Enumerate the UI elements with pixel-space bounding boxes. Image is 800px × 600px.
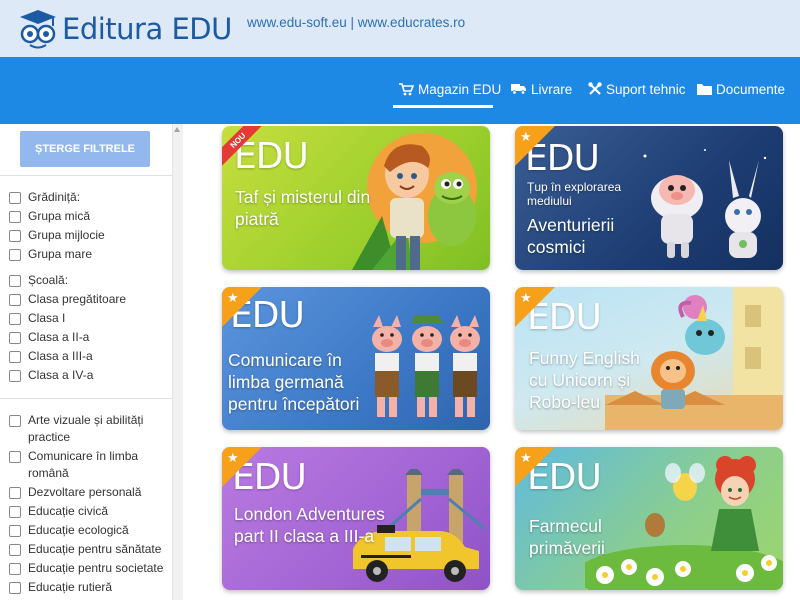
star-icon: ★	[227, 450, 239, 465]
product-title: London Adventures part II clasa a III-a	[234, 504, 385, 546]
filter-checkbox[interactable]: Clasa a IV-a	[9, 367, 168, 384]
nav-label: Magazin EDU	[418, 81, 502, 97]
nav-item-livrare[interactable]: Livrare	[511, 79, 572, 99]
scroll-up-icon[interactable]	[174, 127, 180, 132]
filter-checkbox[interactable]: Clasa a II-a	[9, 329, 168, 346]
checkbox-box[interactable]	[9, 192, 21, 204]
filter-checkbox[interactable]: Grupa mijlocie	[9, 227, 168, 244]
nav-item-magazin[interactable]: Magazin EDU	[399, 79, 501, 99]
filter-label: Clasa a III-a	[28, 349, 93, 363]
divider	[0, 175, 172, 176]
filter-label: Grupa mare	[28, 247, 93, 261]
nav-label: Livrare	[531, 81, 573, 97]
filter-checkbox[interactable]: Grădiniță:	[9, 189, 168, 206]
checkbox-box[interactable]	[9, 249, 21, 261]
nav-active-indicator	[393, 105, 493, 108]
product-card[interactable]: EDU Țup în explorarea mediului Aventurie…	[515, 126, 783, 270]
owl-logo-icon	[20, 10, 56, 49]
filter-label: Educație pentru sănătate	[28, 542, 162, 556]
filter-label: Școală:	[28, 273, 69, 287]
filter-label: Educație civică	[28, 504, 109, 518]
star-icon: ★	[520, 290, 532, 305]
product-title: Comunicare în limba germană pentru încep…	[228, 350, 360, 414]
filter-checkbox[interactable]: Clasa a III-a	[9, 348, 168, 365]
filter-label: Comunicare în limba română	[28, 449, 139, 480]
filter-checkbox[interactable]: Arte vizuale și abilități practice	[9, 412, 168, 446]
filter-checkbox[interactable]: Dezvoltare personală	[9, 484, 168, 501]
filter-label: Clasa a II-a	[28, 330, 90, 344]
filter-label: Clasa a IV-a	[28, 368, 94, 382]
top-header: Editura EDU www.edu-soft.eu | www.educra…	[0, 0, 800, 57]
product-title: Aventurierii cosmici	[527, 215, 615, 257]
site-logo[interactable]: Editura EDU	[18, 8, 232, 50]
product-card[interactable]: EDU London Adventures part II clasa a II…	[222, 447, 490, 590]
nav-label: Documente	[716, 81, 786, 97]
filter-label: Grupa mijlocie	[28, 228, 105, 242]
product-card[interactable]: EDU Farmecul primăverii ★	[515, 447, 783, 590]
checkbox-box[interactable]	[9, 370, 21, 382]
filter-label: Clasa I	[28, 311, 66, 325]
checkbox-box[interactable]	[9, 294, 21, 306]
filter-label: Educație ecologică	[28, 523, 129, 537]
checkbox-box[interactable]	[9, 451, 21, 463]
filter-checkbox[interactable]: Educație rutieră	[9, 579, 168, 596]
checkbox-box[interactable]	[9, 351, 21, 363]
checkbox-box[interactable]	[9, 415, 21, 427]
nav-item-documente[interactable]: Documente	[697, 79, 785, 99]
filter-checkbox[interactable]: Școală:	[9, 272, 168, 289]
checkbox-box[interactable]	[9, 506, 21, 518]
product-title: Farmecul primăverii	[529, 516, 605, 558]
filter-label: Dezvoltare personală	[28, 485, 142, 499]
filter-label: Grădiniță:	[28, 190, 81, 204]
top-links[interactable]: www.edu-soft.eu | www.educrates.ro	[247, 15, 465, 30]
filter-checkbox[interactable]: Clasa I	[9, 310, 168, 327]
logo-text: Editura EDU	[62, 12, 232, 46]
tools-icon	[588, 82, 602, 95]
star-icon: ★	[227, 290, 239, 305]
checkbox-box[interactable]	[9, 563, 21, 575]
checkbox-box[interactable]	[9, 211, 21, 223]
star-icon: ★	[520, 450, 532, 465]
main-nav: Magazin EDU Livrare Suport tehnic Docume…	[0, 57, 800, 124]
three-pigs-illustration	[372, 315, 480, 417]
cart-icon	[399, 82, 414, 95]
checkbox-box[interactable]	[9, 332, 21, 344]
checkbox-box[interactable]	[9, 525, 21, 537]
filter-checkbox[interactable]: Comunicare în limba română	[9, 448, 168, 482]
checkbox-box[interactable]	[9, 582, 21, 594]
product-card[interactable]: EDU Funny English cu Unicorn și Robo-leu…	[515, 287, 783, 430]
product-card[interactable]: EDU Taf și misterul din piatră NOU	[222, 126, 490, 270]
astronaut-animals-illustration	[643, 149, 767, 258]
filter-checkbox[interactable]: Grupa mică	[9, 208, 168, 225]
truck-icon	[511, 84, 526, 95]
folder-icon	[697, 84, 712, 95]
checkbox-box[interactable]	[9, 544, 21, 556]
product-title: Taf și misterul din piatră	[235, 187, 371, 229]
checkbox-box[interactable]	[9, 487, 21, 499]
filter-checkbox[interactable]: Grupa mare	[9, 246, 168, 263]
clear-filters-button[interactable]: ȘTERGE FILTRELE	[20, 131, 150, 167]
filter-checkbox[interactable]: Educație ecologică	[9, 522, 168, 539]
nav-item-suport[interactable]: Suport tehnic	[588, 79, 686, 99]
divider	[0, 398, 172, 399]
filter-checkbox[interactable]: Educație pentru sănătate	[9, 541, 168, 558]
product-card[interactable]: EDU Comunicare în limba germană pentru î…	[222, 287, 490, 430]
filter-label: Educație rutieră	[28, 580, 113, 594]
product-subtitle: Țup în explorarea mediului	[527, 180, 622, 208]
sidebar-scrollbar[interactable]	[172, 124, 183, 600]
checkbox-box[interactable]	[9, 313, 21, 325]
filter-label: Clasa pregătitoare	[28, 292, 127, 306]
product-title: Funny English cu Unicorn și Robo-leu	[529, 348, 640, 412]
filter-label: Arte vizuale și abilități practice	[28, 413, 144, 444]
filter-checkbox[interactable]: Educație civică	[9, 503, 168, 520]
star-icon: ★	[520, 129, 532, 144]
filter-label: Educație pentru societate	[28, 561, 164, 575]
filter-checkbox[interactable]: Clasa pregătitoare	[9, 291, 168, 308]
checkbox-box[interactable]	[9, 230, 21, 242]
checkbox-box[interactable]	[9, 275, 21, 287]
filter-label: Grupa mică	[28, 209, 91, 223]
filter-checkbox[interactable]: Educație pentru societate	[9, 560, 168, 577]
nav-label: Suport tehnic	[606, 81, 686, 97]
